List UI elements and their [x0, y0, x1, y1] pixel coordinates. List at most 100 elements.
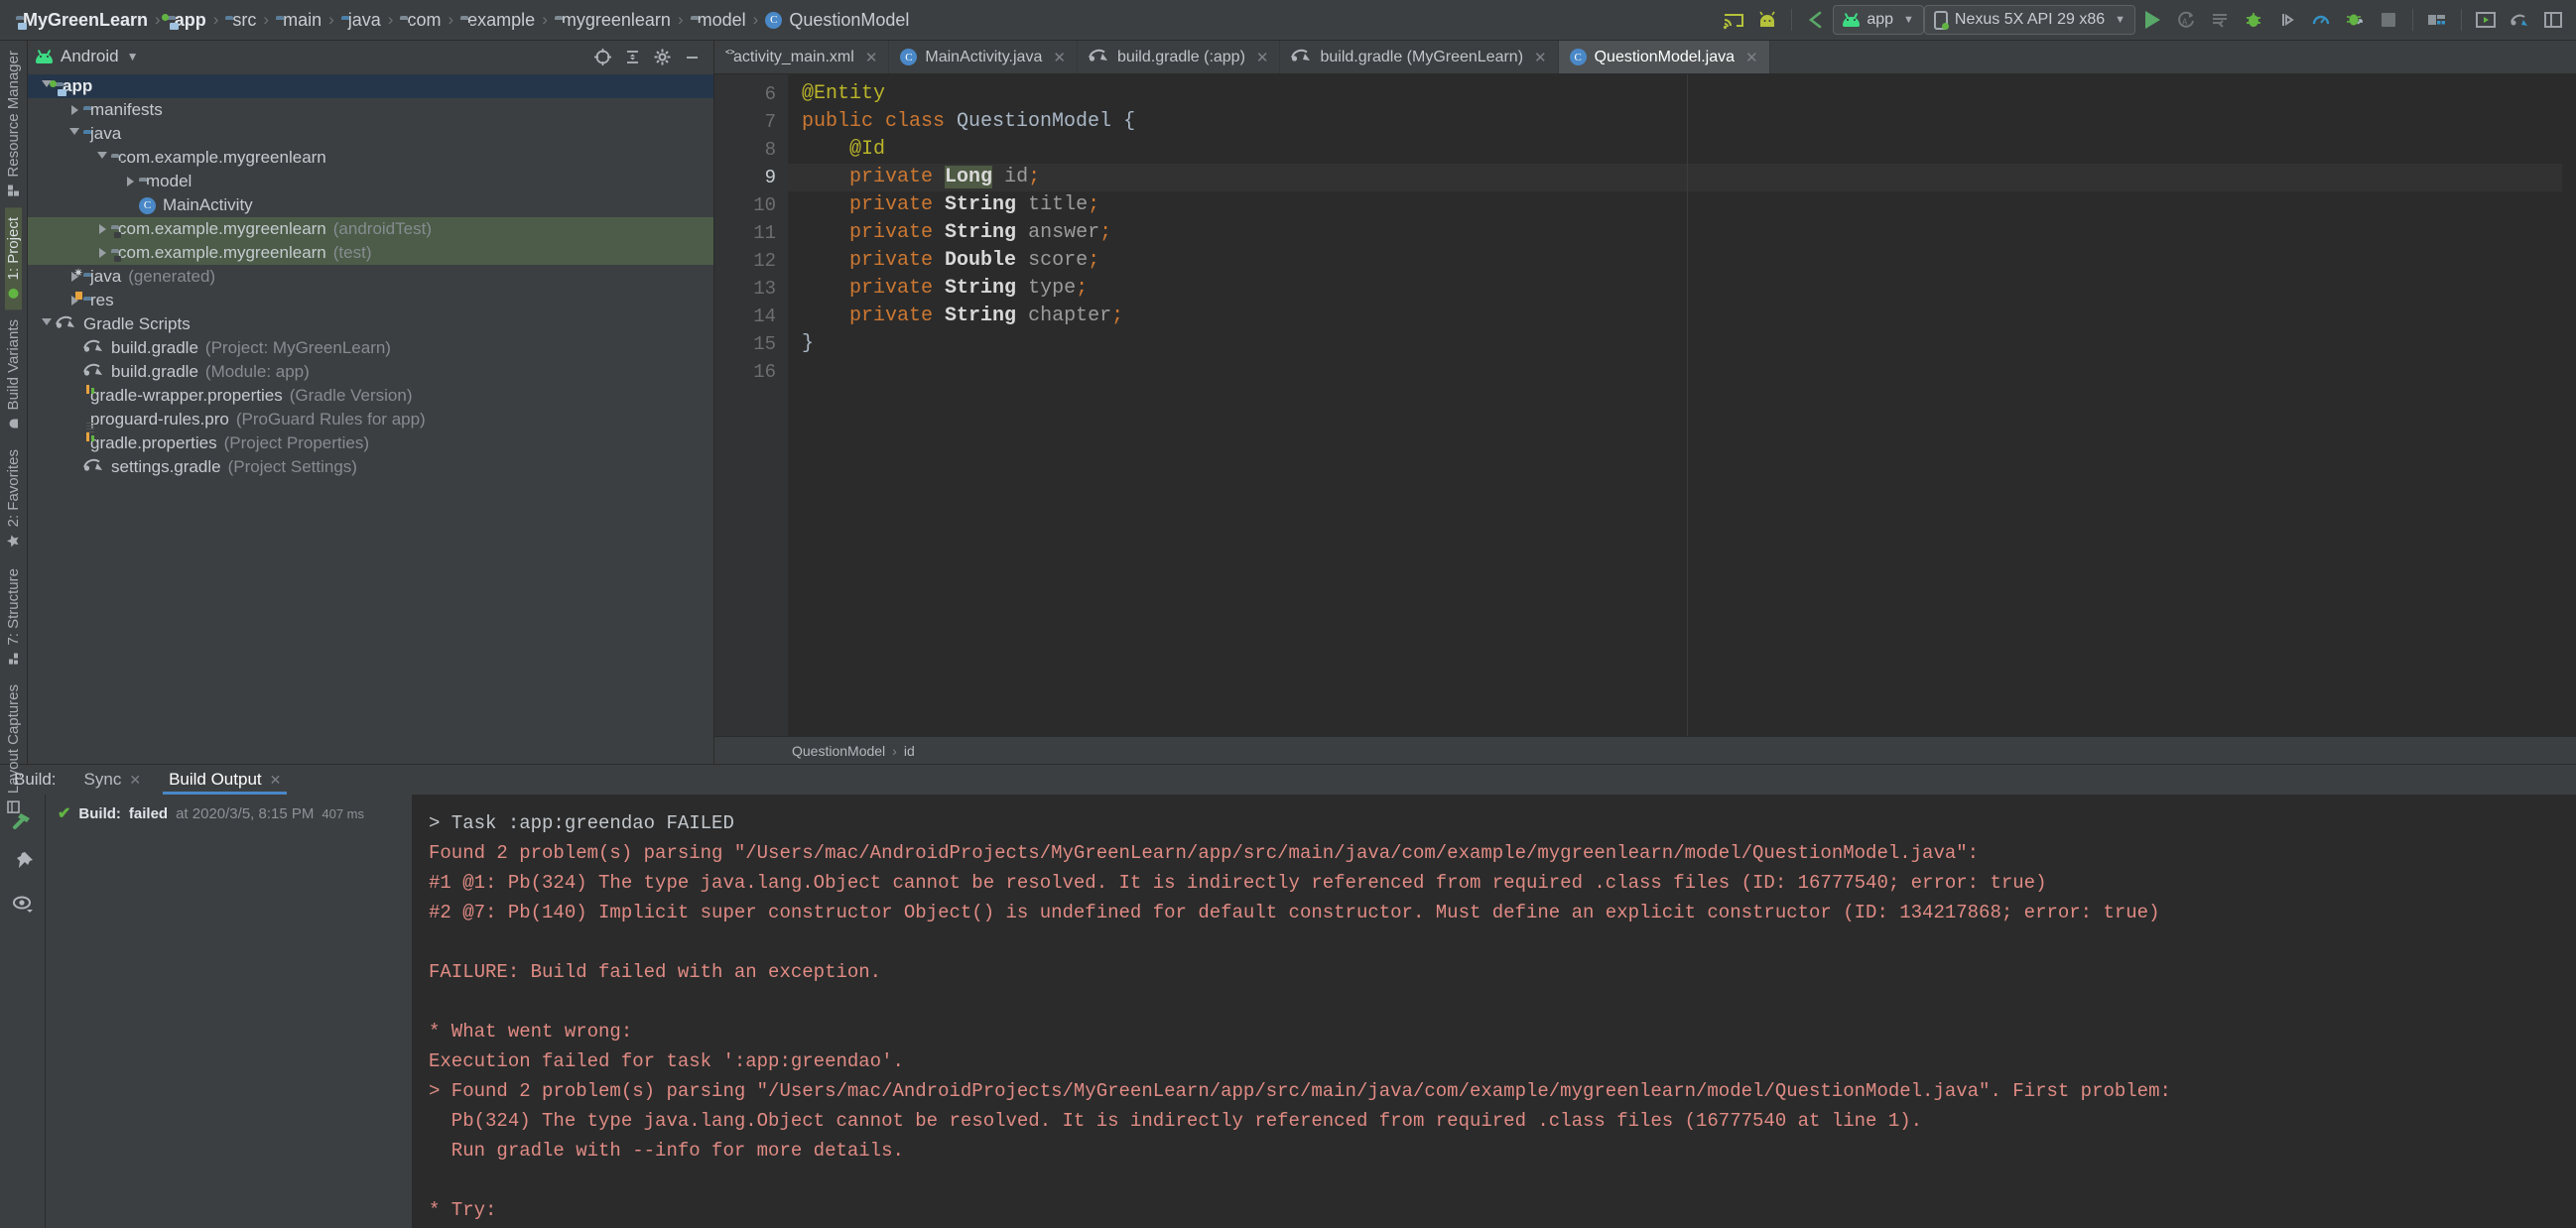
- breadcrumb-item-mygreenlearn[interactable]: mygreenlearn: [549, 10, 677, 31]
- breadcrumb-item-src[interactable]: src: [219, 10, 262, 31]
- editor-scrollbar[interactable]: [2562, 74, 2576, 736]
- chevron-right-icon[interactable]: [93, 224, 111, 234]
- gradle-sync-icon[interactable]: [2503, 5, 2536, 35]
- tree-node-mainactivity[interactable]: C MainActivity: [28, 193, 713, 217]
- filter-icon[interactable]: [8, 890, 38, 918]
- sdk-manager-icon[interactable]: [2420, 5, 2454, 35]
- avd-manager-icon[interactable]: [1750, 5, 1784, 35]
- breadcrumb-item-model[interactable]: model: [685, 10, 752, 31]
- line-number: 8: [764, 139, 776, 161]
- project-structure-icon[interactable]: [2536, 5, 2570, 35]
- tree-node-app[interactable]: app: [28, 74, 713, 98]
- tool-window-button-build-variants[interactable]: Build Variants: [5, 309, 22, 439]
- settings-icon[interactable]: [648, 44, 676, 69]
- build-status-row[interactable]: ✔ Build: failed at 2020/3/5, 8:15 PM 407…: [46, 802, 412, 824]
- project-view-label[interactable]: Android: [61, 47, 119, 66]
- sync-project-icon[interactable]: [1799, 5, 1833, 35]
- tab-build-output[interactable]: Build Output ✕: [155, 765, 295, 795]
- locate-icon[interactable]: [588, 44, 616, 69]
- tool-window-button-7-structure[interactable]: 7: Structure: [5, 558, 22, 675]
- tree-node-build-gradle[interactable]: build.gradle (Module: app): [28, 360, 713, 384]
- tree-node-res[interactable]: res: [28, 289, 713, 312]
- debug-icon[interactable]: [2237, 5, 2270, 35]
- device-selector[interactable]: Nexus 5X API 29 x86 ▼: [1923, 5, 2135, 35]
- editor-tab-label: MainActivity.java: [925, 48, 1043, 65]
- tree-node-java[interactable]: java (generated): [28, 265, 713, 289]
- tool-window-button-1-project[interactable]: 1: Project: [5, 206, 22, 309]
- breadcrumb-item-example[interactable]: example: [454, 10, 541, 31]
- tree-node-gradle-properties[interactable]: gradle.properties (Project Properties): [28, 431, 713, 455]
- avd-icon[interactable]: [2469, 5, 2503, 35]
- chevron-right-icon[interactable]: [121, 177, 139, 186]
- close-icon[interactable]: ✕: [1256, 49, 1269, 66]
- profiler-icon[interactable]: [2304, 5, 2338, 35]
- editor-tab-build-gradle-mygreenlearn-[interactable]: build.gradle (MyGreenLearn) ✕: [1280, 41, 1559, 73]
- close-icon[interactable]: ✕: [270, 772, 282, 789]
- breadcrumb-item-app[interactable]: app: [161, 10, 212, 31]
- build-result-tree[interactable]: ✔ Build: failed at 2020/3/5, 8:15 PM 407…: [46, 795, 413, 1228]
- code-editor[interactable]: 6 7 8 9 10 11 12 13 14 15 16 @Entity public class Q…: [714, 74, 2576, 736]
- editor-tab-questionmodel-java[interactable]: C QuestionModel.java ✕: [1558, 41, 1770, 73]
- chevron-down-icon[interactable]: [38, 318, 56, 330]
- breadcrumb-item-questionmodel[interactable]: C QuestionModel: [759, 10, 915, 31]
- tree-node-com-example-mygreenlearn[interactable]: com.example.mygreenlearn (test): [28, 241, 713, 265]
- breadcrumb-item-com[interactable]: com: [394, 10, 447, 31]
- tree-node-com-example-mygreenlearn[interactable]: com.example.mygreenlearn: [28, 146, 713, 170]
- editor-tab-activity-main-xml[interactable]: activity_main.xml ✕: [714, 41, 890, 73]
- close-icon[interactable]: ✕: [1534, 49, 1547, 66]
- tree-node-settings-gradle[interactable]: settings.gradle (Project Settings): [28, 455, 713, 479]
- tree-node-model[interactable]: model: [28, 170, 713, 193]
- code-token: type: [1028, 277, 1077, 300]
- close-icon[interactable]: ✕: [1053, 49, 1066, 66]
- right-margin-line: [1687, 74, 1688, 736]
- editor-tab-build-gradle-app-[interactable]: build.gradle (:app) ✕: [1078, 41, 1281, 73]
- tool-window-button-2-favorites[interactable]: 2: Favorites: [5, 439, 22, 557]
- project-tree[interactable]: app manifests java com.example.mygreenlearn…: [28, 72, 713, 764]
- run-icon[interactable]: [2135, 5, 2169, 35]
- apply-code-changes-icon[interactable]: [2203, 5, 2237, 35]
- code-content[interactable]: @Entity public class QuestionModel { @Id …: [788, 74, 2576, 736]
- tab-sync[interactable]: Sync ✕: [70, 765, 156, 795]
- code-breadcrumb-item[interactable]: QuestionModel: [792, 743, 885, 759]
- tree-node-gradle-scripts[interactable]: Gradle Scripts: [28, 312, 713, 336]
- tool-window-button-layout-captures[interactable]: Layout Captures: [5, 675, 22, 823]
- tree-node-gradle-wrapper-properties[interactable]: gradle-wrapper.properties (Gradle Version…: [28, 384, 713, 408]
- pin-icon[interactable]: [8, 848, 38, 876]
- apply-changes-icon[interactable]: A: [2169, 5, 2203, 35]
- chevron-down-icon[interactable]: ▼: [127, 50, 139, 63]
- line-number: 6: [764, 83, 776, 105]
- close-icon[interactable]: ✕: [1745, 49, 1758, 66]
- chevron-down-icon[interactable]: [65, 128, 83, 140]
- chevron-right-icon[interactable]: [93, 248, 111, 258]
- attach-debugger-icon[interactable]: [2270, 5, 2304, 35]
- tree-node-manifests[interactable]: manifests: [28, 98, 713, 122]
- stop-icon[interactable]: [2372, 5, 2405, 35]
- tree-node-proguard-rules-pro[interactable]: proguard-rules.pro (ProGuard Rules for ap…: [28, 408, 713, 431]
- tree-node-com-example-mygreenlearn[interactable]: com.example.mygreenlearn (androidTest): [28, 217, 713, 241]
- tool-window-button-resource-manager[interactable]: Resource Manager: [5, 41, 22, 207]
- project-panel-header: Android ▼: [28, 41, 713, 72]
- output-line: Run gradle with --info for more details.: [429, 1140, 904, 1162]
- code-breadcrumb-item[interactable]: id: [904, 743, 915, 759]
- cast-icon[interactable]: [1717, 5, 1750, 35]
- close-icon[interactable]: ✕: [129, 772, 141, 789]
- chevron-right-icon[interactable]: [65, 105, 83, 115]
- collapse-all-icon[interactable]: [618, 44, 646, 69]
- editor-tab-mainactivity-java[interactable]: C MainActivity.java ✕: [889, 41, 1078, 73]
- breadcrumb-item-mygreenlearn[interactable]: MyGreenLearn: [10, 10, 154, 31]
- run-with-coverage-icon[interactable]: [2338, 5, 2372, 35]
- tree-node-java[interactable]: java: [28, 122, 713, 146]
- breadcrumb-item-java[interactable]: java: [335, 10, 387, 31]
- breadcrumb-item-main[interactable]: main: [270, 10, 327, 31]
- breadcrumb-item-label: MyGreenLearn: [23, 9, 149, 30]
- minimize-icon[interactable]: [678, 44, 706, 69]
- build-output-console[interactable]: > Task :app:greendao FAILED Found 2 probl…: [413, 795, 2576, 1228]
- close-icon[interactable]: ✕: [865, 49, 878, 66]
- chevron-down-icon[interactable]: [93, 152, 111, 164]
- code-token: private: [802, 193, 946, 216]
- editor-tabs: activity_main.xml ✕ C MainActivity.java ✕ bui…: [714, 41, 2576, 74]
- run-configuration-selector[interactable]: app ▼: [1833, 5, 1924, 35]
- code-token: public class: [802, 110, 958, 133]
- tree-node-build-gradle[interactable]: build.gradle (Project: MyGreenLearn): [28, 336, 713, 360]
